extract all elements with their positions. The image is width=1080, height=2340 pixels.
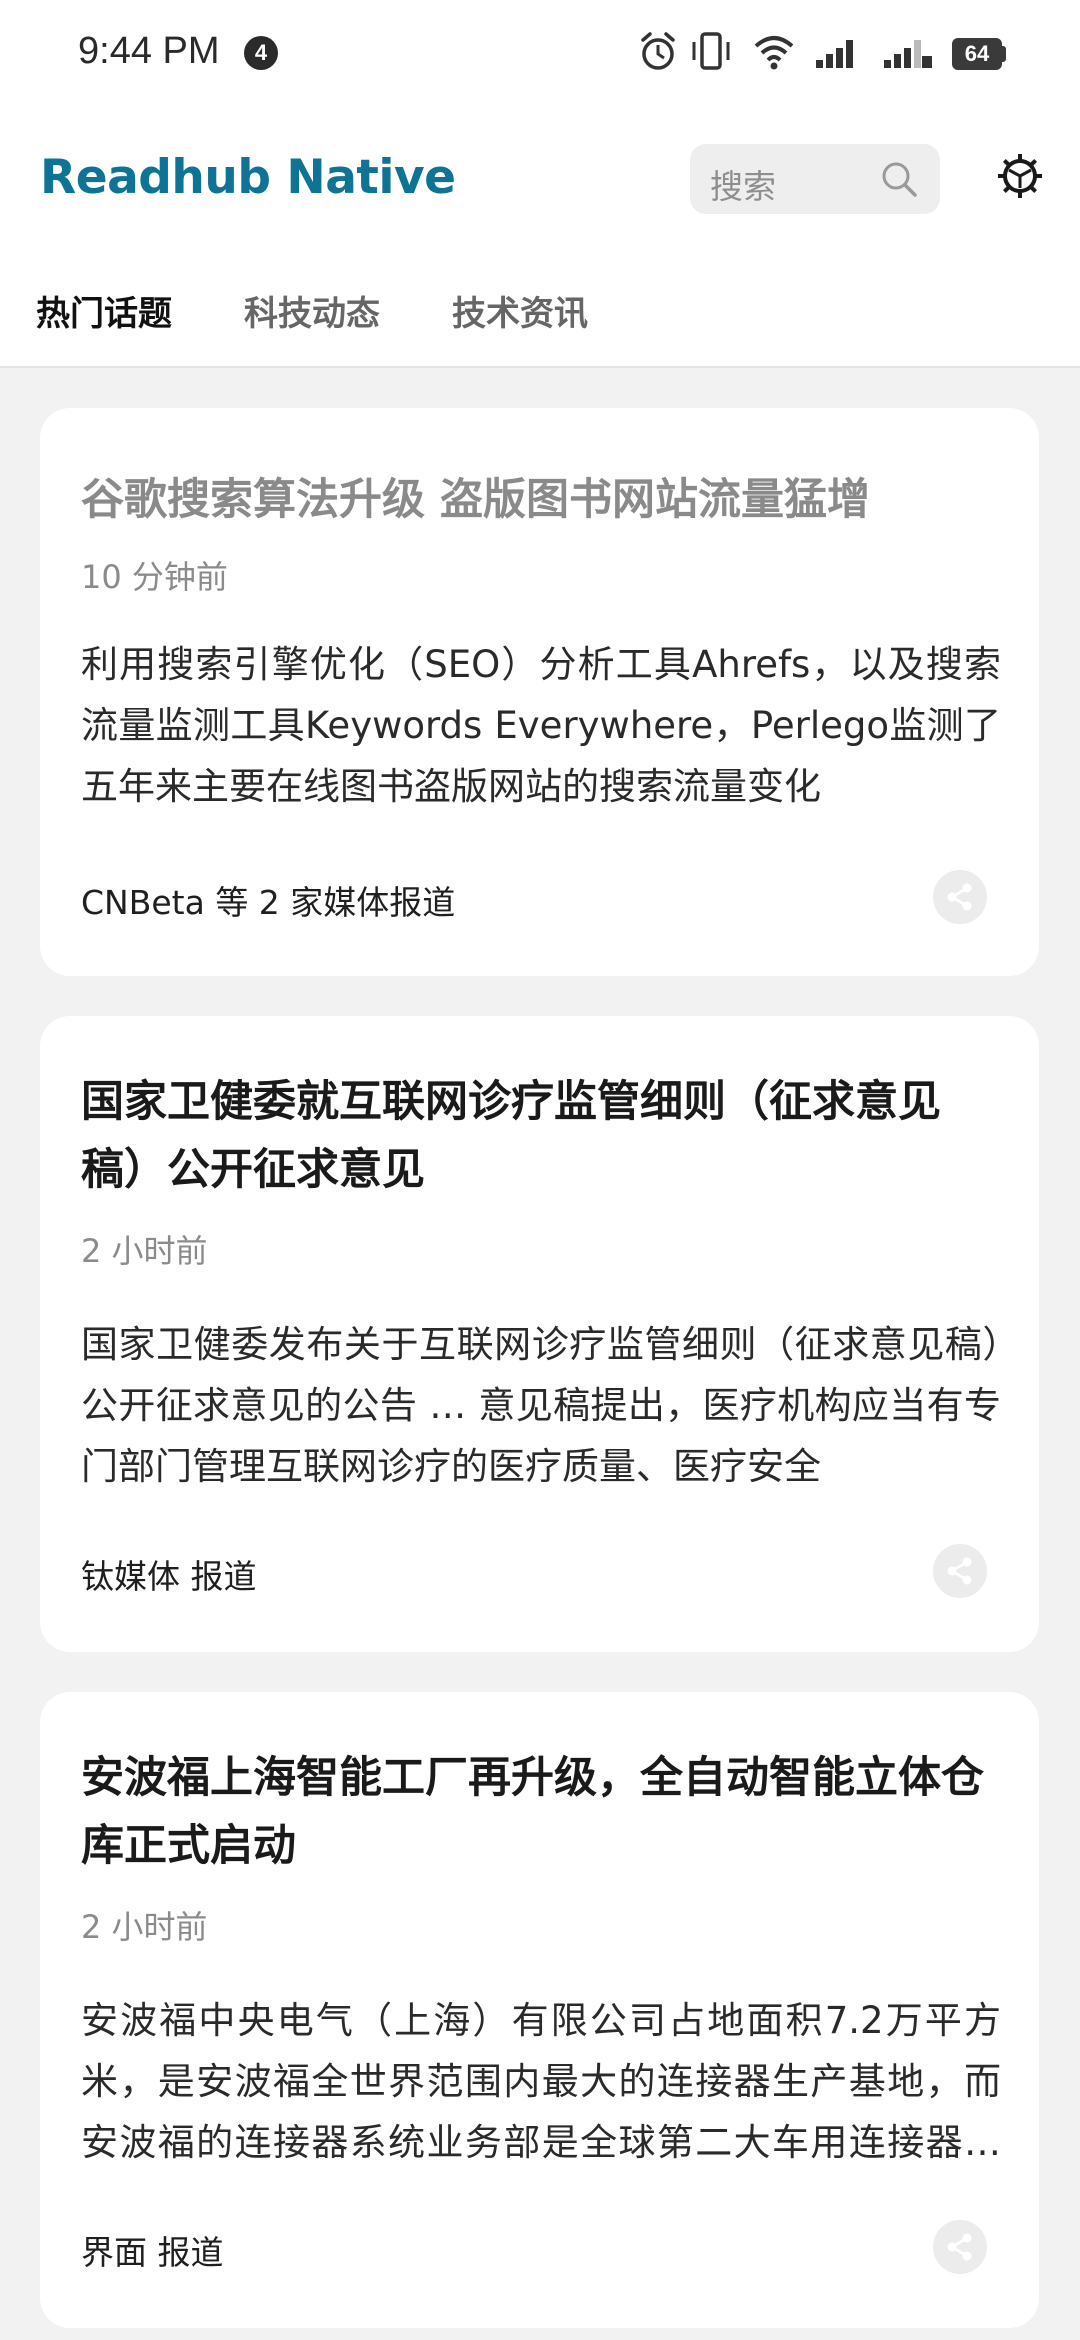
battery-tip (1001, 46, 1006, 62)
tab-tech-news[interactable]: 科技动态 (244, 286, 380, 346)
search-placeholder: 搜索 (710, 167, 776, 206)
tab-hot-topics[interactable]: 热门话题 (36, 286, 172, 346)
news-card-summary: 利用搜索引擎优化（SEO）分析工具Ahrefs，以及搜索流量监测工具Keywor… (81, 643, 1001, 808)
signal-strength-2-icon (884, 40, 932, 68)
news-card[interactable]: 安波福上海智能工厂再升级，全自动智能立体仓库正式启动 2 小时前 安波福中央电气… (40, 1692, 1039, 2328)
wifi-icon (754, 36, 794, 70)
news-card-title[interactable]: 安波福上海智能工厂再升级，全自动智能立体仓库正式启动 (81, 1744, 1001, 1880)
vibrate-icon (692, 32, 730, 70)
news-card-source[interactable]: 钛媒体 报道 (81, 1550, 257, 1598)
tab-tech-info[interactable]: 技术资讯 (452, 286, 588, 346)
share-button[interactable] (933, 870, 987, 924)
share-icon (947, 883, 972, 911)
notification-count-badge: 4 (244, 36, 278, 70)
news-card-summary: 国家卫健委发布关于互联网诊疗监管细则（征求意见稿）公开征求意见的公告 … 意见稿… (81, 1323, 1001, 1488)
tab-bar: 热门话题 科技动态 技术资讯 (36, 286, 588, 346)
news-card[interactable]: 国家卫健委就互联网诊疗监管细则（征求意见稿）公开征求意见 2 小时前 国家卫健委… (40, 1016, 1039, 1652)
status-time: 9:44 PM (78, 30, 220, 72)
share-icon (947, 2233, 972, 2261)
status-bar: 9:44 PM 4 64 (0, 0, 1080, 108)
news-card-time: 2 小时前 (81, 1908, 208, 1946)
news-card-source[interactable]: CNBeta 等 2 家媒体报道 (81, 876, 455, 924)
signal-strength-icon (816, 40, 853, 68)
news-card-title[interactable]: 国家卫健委就互联网诊疗监管细则（征求意见稿）公开征求意见 (81, 1068, 1001, 1204)
news-card-time: 2 小时前 (81, 1232, 208, 1270)
app-title: Readhub Native (40, 150, 456, 205)
search-icon (882, 162, 917, 197)
share-button[interactable] (933, 1544, 987, 1598)
news-card-time: 10 分钟前 (81, 558, 228, 596)
battery-indicator: 64 (952, 38, 1002, 70)
news-card-source[interactable]: 界面 报道 (81, 2226, 224, 2274)
news-card-title[interactable]: 谷歌搜索算法升级 盗版图书网站流量猛增 (81, 466, 1001, 534)
news-card-summary: 安波福中央电气（上海）有限公司占地面积7.2万平方米，是安波福全世界范围内最大的… (81, 1999, 1001, 2164)
news-card[interactable]: 谷歌搜索算法升级 盗版图书网站流量猛增 10 分钟前 利用搜索引擎优化（SEO）… (40, 408, 1039, 976)
alarm-icon (641, 32, 675, 70)
share-icon (947, 1557, 972, 1585)
search-input[interactable]: 搜索 (690, 144, 940, 214)
share-button[interactable] (933, 2220, 987, 2274)
settings-gear-icon[interactable] (994, 150, 1046, 202)
app-header: 9:44 PM 4 64 Readhub Native 搜索 热门话题 科技动态… (0, 0, 1080, 368)
